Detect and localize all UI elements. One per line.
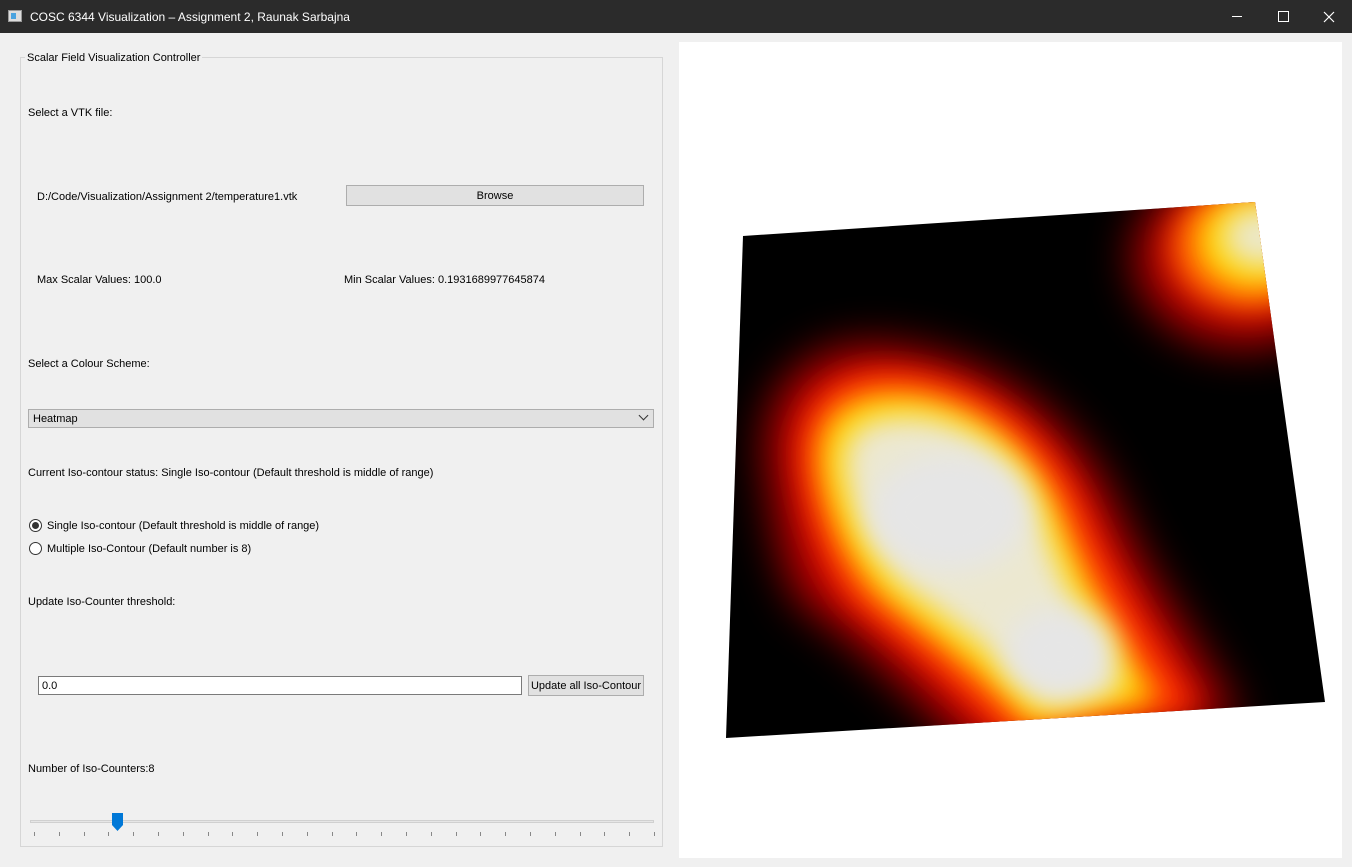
slider-tick [604, 832, 606, 836]
slider-tick [207, 832, 209, 836]
select-file-label: Select a VTK file: [28, 107, 113, 119]
slider-tick [654, 832, 655, 836]
colour-scheme-value: Heatmap [33, 413, 78, 425]
slider-tick [356, 832, 358, 836]
slider-tick [480, 832, 482, 836]
minimize-icon [1232, 16, 1242, 17]
slider-tick [430, 832, 432, 836]
multiple-iso-radio[interactable] [29, 542, 42, 555]
single-iso-radio[interactable] [29, 519, 42, 532]
close-icon [1323, 11, 1335, 22]
slider-tick [34, 832, 35, 836]
slider-tick [83, 832, 85, 836]
slider-tick [282, 832, 283, 836]
close-button[interactable] [1306, 0, 1352, 33]
max-scalar-label: Max Scalar Values: 100.0 [37, 274, 162, 286]
slider-tick [381, 832, 383, 836]
slider-tick [108, 832, 110, 836]
slider-tick [158, 832, 159, 836]
slider-ticks [34, 832, 655, 838]
maximize-icon [1277, 11, 1289, 22]
slider-tick [455, 832, 457, 836]
slider-tick [554, 832, 556, 836]
window-title: COSC 6344 Visualization – Assignment 2, … [30, 10, 350, 24]
heatmap-surface[interactable] [679, 42, 1342, 858]
render-view[interactable] [679, 42, 1342, 858]
slider-tick [530, 832, 531, 836]
maximize-button[interactable] [1260, 0, 1306, 33]
num-counters-label: Number of Iso-Counters:8 [28, 763, 155, 775]
slider-tick [579, 832, 581, 836]
threshold-label: Update Iso-Counter threshold: [28, 596, 176, 608]
slider-tick [406, 832, 407, 836]
chevron-down-icon [638, 410, 649, 421]
title-bar: COSC 6344 Visualization – Assignment 2, … [0, 0, 1352, 33]
slider-tick [58, 832, 60, 836]
slider-tick [257, 832, 259, 836]
browse-button[interactable]: Browse [346, 185, 644, 206]
slider-tick [331, 832, 333, 836]
multiple-iso-label[interactable]: Multiple Iso-Contour (Default number is … [47, 543, 251, 555]
app-window-icon [8, 10, 22, 22]
minimize-button[interactable] [1214, 0, 1260, 33]
slider-tick [133, 832, 135, 836]
slider-handle[interactable] [112, 813, 124, 831]
slider-tick [306, 832, 308, 836]
iso-counter-slider[interactable] [30, 820, 654, 823]
groupbox-title: Scalar Field Visualization Controller [25, 52, 203, 64]
controller-groupbox [20, 57, 663, 847]
slider-tick [629, 832, 631, 836]
iso-status-label: Current Iso-contour status: Single Iso-c… [28, 467, 434, 479]
threshold-input[interactable] [38, 676, 522, 695]
slider-tick [505, 832, 507, 836]
min-scalar-label: Min Scalar Values: 0.1931689977645874 [344, 274, 546, 286]
slider-tick [232, 832, 234, 836]
slider-tick [182, 832, 184, 836]
file-path-label: D:/Code/Visualization/Assignment 2/tempe… [37, 191, 298, 203]
single-iso-label[interactable]: Single Iso-contour (Default threshold is… [47, 520, 319, 532]
colour-scheme-label: Select a Colour Scheme: [28, 358, 150, 370]
colour-scheme-dropdown[interactable]: Heatmap [28, 409, 654, 428]
update-iso-contour-button[interactable]: Update all Iso-Contour [528, 675, 644, 696]
